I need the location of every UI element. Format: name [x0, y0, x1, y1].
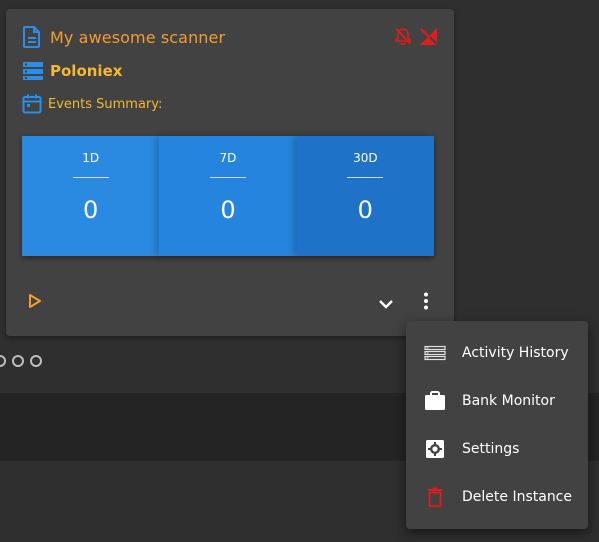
summary-period: 1D: [82, 151, 100, 165]
summary-cell-30d: 30D 0: [296, 136, 434, 256]
exchange-row: Poloniex: [22, 61, 122, 81]
trash-icon: [424, 486, 446, 508]
play-icon: [29, 294, 41, 308]
notifications-off-icon: [394, 27, 412, 49]
exchange-name: Poloniex: [50, 62, 123, 80]
summary-divider: [72, 177, 109, 178]
menu-item-settings[interactable]: Settings: [406, 425, 588, 473]
carousel-dot[interactable]: [12, 355, 24, 367]
expand-button[interactable]: [378, 295, 394, 314]
summary-count: 0: [357, 196, 373, 224]
list-icon: [424, 342, 446, 364]
scanner-card: My awesome scanner Poloniex Events Summa…: [6, 9, 454, 336]
summary-count: 0: [220, 196, 236, 224]
summary-divider: [209, 177, 246, 178]
summary-count: 0: [83, 196, 99, 224]
server-icon: [22, 61, 44, 81]
events-summary-row: Events Summary:: [22, 94, 162, 114]
summary-divider: [347, 177, 384, 178]
more-vertical-icon: [424, 292, 428, 310]
scanner-title-row: My awesome scanner: [22, 26, 225, 48]
events-summary-label: Events Summary:: [48, 96, 163, 112]
scanner-title: My awesome scanner: [50, 27, 226, 47]
carousel-dot[interactable]: [30, 355, 42, 367]
summary-cell-7d: 7D 0: [159, 136, 297, 256]
menu-item-label: Bank Monitor: [462, 393, 555, 409]
status-icons: [394, 27, 438, 49]
events-summary-grid: 1D 0 7D 0 30D 0: [22, 136, 434, 256]
carousel-dot[interactable]: [0, 355, 6, 367]
chevron-down-icon: [379, 300, 393, 309]
menu-item-label: Activity History: [462, 345, 569, 361]
summary-period: 30D: [353, 151, 378, 165]
summary-cell-1d: 1D 0: [22, 136, 160, 256]
more-options-button[interactable]: [420, 291, 432, 315]
calendar-icon: [22, 94, 42, 114]
carousel-dots: [0, 355, 42, 367]
menu-item-label: Delete Instance: [462, 489, 572, 505]
menu-item-bank-monitor[interactable]: Bank Monitor: [406, 377, 588, 425]
play-button[interactable]: [28, 293, 42, 313]
menu-item-activity-history[interactable]: Activity History: [406, 329, 588, 377]
menu-item-delete-instance[interactable]: Delete Instance: [406, 473, 588, 521]
summary-period: 7D: [219, 151, 237, 165]
signal-off-icon: [418, 27, 438, 49]
menu-item-label: Settings: [462, 441, 520, 457]
briefcase-icon: [424, 390, 446, 412]
settings-icon: [424, 438, 446, 460]
instance-context-menu: Activity History Bank Monitor Settings D…: [406, 321, 588, 529]
document-icon: [22, 26, 42, 48]
